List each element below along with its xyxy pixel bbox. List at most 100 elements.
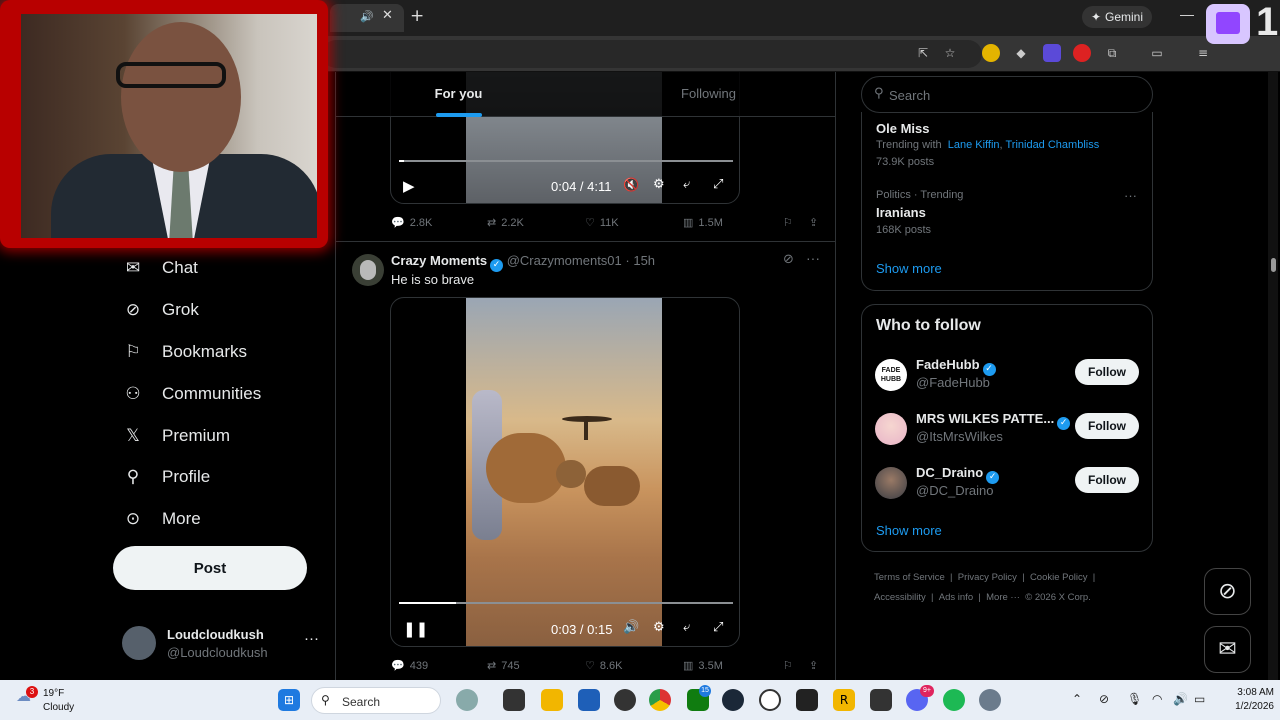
tab-following[interactable]: Following	[586, 72, 831, 117]
footer-link-privacy[interactable]: Privacy Policy	[958, 572, 1017, 583]
wifi-icon[interactable]: ◠	[1152, 692, 1162, 706]
trend-related-link[interactable]: Lane Kiffin	[948, 139, 1000, 151]
follow-suggestion[interactable]: MRS WILKES PATTE... ✓ @ItsMrsWilkes Follo…	[862, 411, 1152, 451]
like-button[interactable]: ♡ 11K	[585, 216, 619, 230]
more-dots-icon[interactable]: ···	[806, 250, 820, 266]
reply-button[interactable]: 💬 439	[391, 659, 428, 673]
split-view-icon[interactable]: ▭	[1148, 44, 1166, 62]
follow-button[interactable]: Follow	[1075, 359, 1139, 385]
video-player[interactable]: ❚❚ 0:03 / 0:15 🔊 ⚙ ⤶ ⤢	[390, 297, 740, 647]
footer-link-ads[interactable]: Ads info	[939, 592, 973, 603]
fullscreen-icon[interactable]: ⤢	[713, 620, 723, 635]
page-scrollbar[interactable]	[1268, 72, 1278, 680]
epic-games-icon[interactable]	[796, 689, 818, 711]
minimize-button[interactable]: —	[1180, 6, 1194, 22]
system-clock[interactable]: 3:08 AM 1/2/2026	[1218, 686, 1274, 714]
repost-button[interactable]: ⇄ 745	[487, 659, 520, 673]
like-button[interactable]: ♡ 8.6K	[585, 659, 623, 673]
steam-icon[interactable]	[722, 689, 744, 711]
app-ring-icon[interactable]	[759, 689, 781, 711]
show-more-link[interactable]: Show more	[876, 523, 942, 538]
extension-color-icon[interactable]	[982, 44, 1000, 62]
settings-gear-icon[interactable]: ⚙	[653, 177, 665, 192]
trend-title[interactable]: Iranians	[876, 205, 926, 220]
battery-icon[interactable]: ▭	[1194, 692, 1205, 706]
nav-grok[interactable]: ⊘ Grok	[122, 297, 199, 323]
volume-icon[interactable]: 🔊	[623, 620, 639, 635]
tweet-age[interactable]: · 15h	[625, 253, 655, 268]
grok-fab-button[interactable]: ⊘	[1204, 568, 1251, 615]
reply-button[interactable]: 💬 2.8K	[391, 216, 432, 230]
more-dots-icon[interactable]: ···	[1124, 188, 1137, 203]
video-scrubber[interactable]	[399, 160, 733, 162]
show-more-link[interactable]: Show more	[876, 261, 942, 276]
search-input[interactable]: ⚲ Search	[861, 76, 1153, 113]
spotify-icon[interactable]	[943, 689, 965, 711]
extension-red-icon[interactable]	[1073, 44, 1091, 62]
settings-gear-icon[interactable]: ⚙	[653, 620, 665, 635]
trend-title[interactable]: Ole Miss	[876, 121, 929, 136]
close-tab-icon[interactable]: ✕	[382, 8, 393, 23]
new-tab-button[interactable]: +	[410, 6, 424, 26]
tweet-avatar[interactable]	[352, 254, 384, 286]
windows-start-icon[interactable]: ⊞	[278, 689, 300, 711]
follow-button[interactable]: Follow	[1075, 413, 1139, 439]
gemini-button[interactable]: ✦ Gemini	[1082, 6, 1152, 28]
pause-icon[interactable]: ❚❚	[403, 620, 428, 638]
account-switcher[interactable]: Loudcloudkush @Loudcloudkush ···	[122, 624, 322, 664]
nav-bookmarks[interactable]: ⚐ Bookmarks	[122, 339, 247, 365]
picture-in-picture-icon[interactable]: ⤶	[683, 620, 690, 635]
share-button[interactable]: ⇪	[809, 659, 818, 672]
settings-gear-icon[interactable]	[979, 689, 1001, 711]
bookmark-star-icon[interactable]: ☆	[941, 44, 959, 62]
video-scrubber[interactable]	[399, 602, 733, 604]
extensions-puzzle-icon[interactable]: ⧉	[1103, 44, 1121, 62]
browser-tab[interactable]: 🔊 ✕	[330, 4, 404, 32]
mute-icon[interactable]: 🔇	[623, 178, 639, 193]
speaker-icon[interactable]: 🔊	[360, 10, 374, 23]
task-view-icon[interactable]	[503, 689, 525, 711]
twitch-extension-icon[interactable]	[1043, 44, 1061, 62]
nav-profile[interactable]: ⚲ Profile	[122, 464, 210, 490]
nav-premium[interactable]: 𝕏 Premium	[122, 423, 230, 449]
grok-icon[interactable]: ⊘	[783, 252, 794, 267]
fullscreen-icon[interactable]: ⤢	[713, 177, 723, 192]
scrollbar-thumb[interactable]	[1271, 258, 1276, 272]
footer-link-more[interactable]: More ···	[986, 592, 1020, 603]
nav-chat[interactable]: ✉ Chat	[122, 255, 198, 281]
follow-suggestion[interactable]: FADE HUBB FadeHubb ✓ @FadeHubb Follow	[862, 357, 1152, 397]
store-icon[interactable]	[578, 689, 600, 711]
widget-app-icon[interactable]	[456, 689, 478, 711]
follow-suggestion[interactable]: DC_Draino ✓ @DC_Draino Follow	[862, 465, 1152, 505]
trend-related-link[interactable]: Trinidad Chambliss	[1005, 139, 1099, 151]
follow-button[interactable]: Follow	[1075, 467, 1139, 493]
footer-link-terms[interactable]: Terms of Service	[874, 572, 945, 583]
reading-list-icon[interactable]: ≡	[1194, 44, 1212, 62]
omnibox[interactable]	[322, 40, 982, 68]
chrome-icon[interactable]	[649, 689, 671, 711]
microphone-icon[interactable]: 🎙	[1127, 692, 1142, 706]
volume-icon[interactable]: 🔊	[1173, 692, 1188, 706]
repost-button[interactable]: ⇄ 2.2K	[487, 216, 524, 230]
7zip-icon[interactable]	[870, 689, 892, 711]
bookmark-button[interactable]: ⚐	[783, 659, 793, 672]
tray-chevron-icon[interactable]: ⌃	[1072, 692, 1082, 706]
views-button[interactable]: ▥ 1.5M	[683, 216, 723, 230]
nav-more[interactable]: ⊙ More	[122, 506, 201, 532]
tweet-author[interactable]: Crazy Moments	[391, 253, 487, 268]
post-button[interactable]: Post	[113, 546, 307, 590]
footer-link-cookies[interactable]: Cookie Policy	[1030, 572, 1088, 583]
share-button[interactable]: ⇪	[809, 216, 818, 229]
extension-diamond-icon[interactable]: ◆	[1012, 44, 1030, 62]
picture-in-picture-icon[interactable]: ⤶	[683, 177, 690, 192]
tab-for-you[interactable]: For you	[336, 72, 581, 117]
tray-app-icon[interactable]: ⊘	[1099, 692, 1109, 706]
rockstar-icon[interactable]: R	[833, 689, 855, 711]
messages-fab-button[interactable]: ✉	[1204, 626, 1251, 673]
play-icon[interactable]: ▶	[403, 177, 415, 195]
install-app-icon[interactable]: ⇱	[914, 44, 932, 62]
bookmark-button[interactable]: ⚐	[783, 216, 793, 229]
taskbar-search[interactable]: ⚲ Search	[311, 687, 441, 714]
app-icon[interactable]	[614, 689, 636, 711]
footer-link-accessibility[interactable]: Accessibility	[874, 592, 926, 603]
